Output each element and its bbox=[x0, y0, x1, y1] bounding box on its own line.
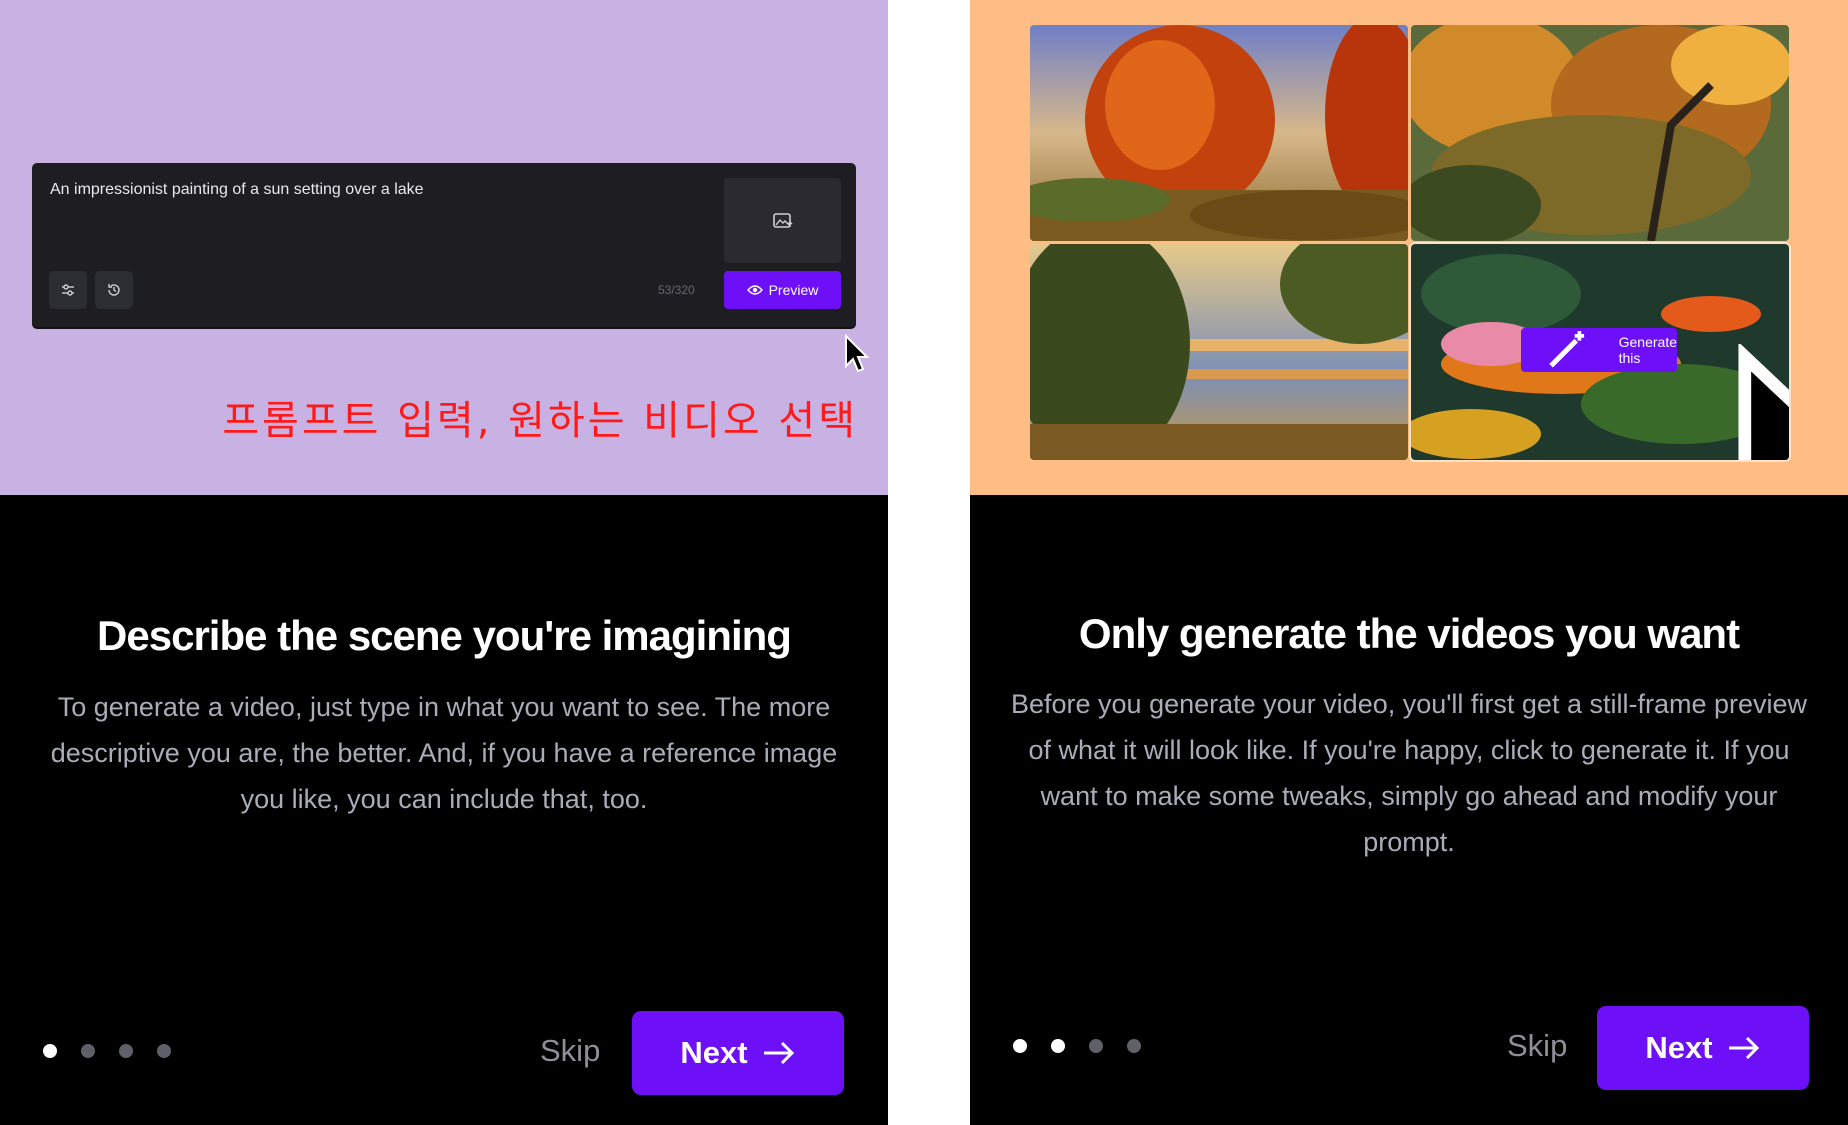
arrow-right-icon bbox=[763, 1041, 794, 1065]
settings-sliders-icon bbox=[62, 284, 74, 296]
pagination-dot-4[interactable] bbox=[157, 1044, 171, 1058]
history-button[interactable] bbox=[95, 271, 133, 309]
pagination-dot-3[interactable] bbox=[119, 1044, 133, 1058]
onboarding-card-describe: An impressionist painting of a sun setti… bbox=[0, 0, 888, 1125]
image-upload-icon bbox=[772, 212, 792, 228]
skip-button[interactable]: Skip bbox=[1507, 1028, 1567, 1064]
next-label: Next bbox=[1645, 1030, 1713, 1065]
card-title: Describe the scene you're imagining bbox=[97, 612, 792, 659]
next-button[interactable]: Next bbox=[632, 1011, 844, 1095]
preview-label: Preview bbox=[768, 282, 819, 298]
mouse-cursor-icon bbox=[1738, 344, 1789, 460]
preview-tile-1[interactable] bbox=[1030, 25, 1408, 241]
pagination-dot-2[interactable] bbox=[1051, 1039, 1065, 1053]
preview-grid: Generate this bbox=[1030, 25, 1794, 465]
pagination-dot-3[interactable] bbox=[1089, 1039, 1103, 1053]
preview-tile-4-selected[interactable]: Generate this bbox=[1409, 242, 1791, 462]
history-icon bbox=[108, 284, 120, 296]
settings-button[interactable] bbox=[49, 271, 87, 309]
annotation-caption: 프롬프트 입력, 원하는 비디오 선택 bbox=[222, 398, 858, 444]
card-description: Before you generate your video, you'll f… bbox=[1010, 689, 1808, 857]
onboarding-card-preview: Generate this Only generate the videos y… bbox=[970, 0, 1848, 1125]
next-button[interactable]: Next bbox=[1597, 1006, 1809, 1090]
prompt-box: An impressionist painting of a sun setti… bbox=[32, 163, 856, 327]
hero-illustration: Generate this bbox=[970, 0, 1848, 495]
pagination-dot-2[interactable] bbox=[81, 1044, 95, 1058]
preview-tile-3[interactable] bbox=[1030, 244, 1408, 460]
magic-wand-icon bbox=[1549, 331, 1585, 368]
next-label: Next bbox=[680, 1035, 748, 1070]
pagination-dot-4[interactable] bbox=[1127, 1039, 1141, 1053]
mouse-cursor-icon bbox=[845, 334, 870, 373]
arrow-right-icon bbox=[1728, 1036, 1759, 1060]
card-description: To generate a video, just type in what y… bbox=[50, 692, 838, 814]
image-upload-button[interactable] bbox=[724, 178, 841, 263]
eye-icon bbox=[746, 285, 763, 295]
pagination-dots bbox=[1013, 1039, 1141, 1053]
pagination-dots bbox=[43, 1044, 171, 1058]
pagination-dot-1[interactable] bbox=[43, 1044, 57, 1058]
card-title: Only generate the videos you want bbox=[1078, 610, 1740, 657]
skip-button[interactable]: Skip bbox=[540, 1033, 600, 1069]
pagination-dot-1[interactable] bbox=[1013, 1039, 1027, 1053]
preview-tile-2[interactable] bbox=[1411, 25, 1789, 241]
character-count: 53/320 bbox=[658, 283, 695, 297]
hero-illustration: An impressionist painting of a sun setti… bbox=[0, 0, 888, 495]
prompt-input[interactable]: An impressionist painting of a sun setti… bbox=[50, 181, 424, 199]
preview-button[interactable]: Preview bbox=[724, 271, 841, 309]
